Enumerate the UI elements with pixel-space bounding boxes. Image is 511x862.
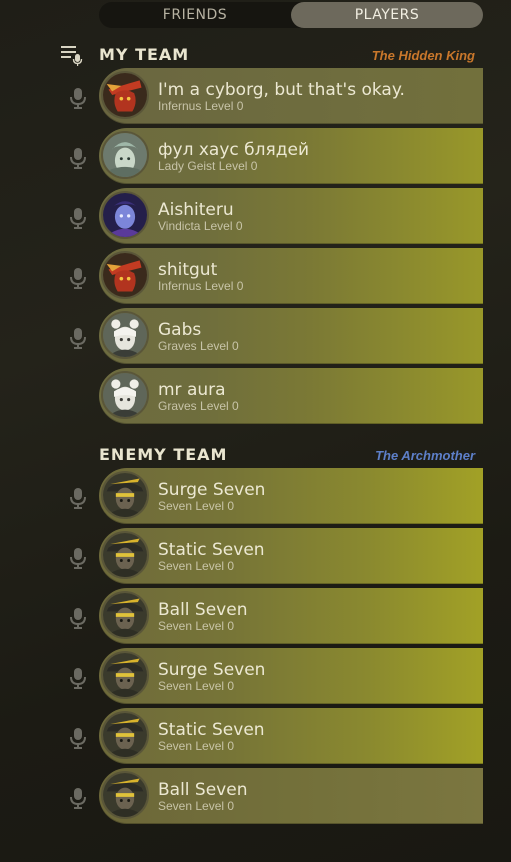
hero-name: Seven	[158, 619, 193, 633]
player-name: shitgut	[158, 260, 218, 280]
hero-name: Seven	[158, 799, 193, 813]
my-team-header: MY TEAM The Hidden King	[99, 45, 483, 69]
player-level: Level 0	[195, 739, 235, 753]
player-name: I'm a cyborg, but that's okay.	[158, 80, 405, 100]
player-name: Static Seven	[158, 720, 265, 740]
player-level: Level 0	[204, 99, 244, 113]
hero-avatar	[101, 771, 149, 819]
hero-avatar	[101, 131, 149, 179]
tab-bar: FRIENDS PLAYERS	[99, 2, 483, 28]
player-hero-level: Seven Level 0	[158, 739, 234, 753]
microphone-icon[interactable]	[68, 726, 88, 750]
player-hero-level: Lady Geist Level 0	[158, 159, 257, 173]
hero-avatar	[101, 591, 149, 639]
hero-name: Seven	[158, 739, 193, 753]
enemy-team-title: ENEMY TEAM	[99, 445, 228, 464]
hero-name: Seven	[158, 499, 193, 513]
hero-avatar	[101, 711, 149, 759]
player-name: Surge Seven	[158, 660, 266, 680]
player-hero-level: Seven Level 0	[158, 679, 234, 693]
player-hero-level: Vindicta Level 0	[158, 219, 243, 233]
hero-name: Vindicta	[158, 219, 201, 233]
my-team-side-label: The Hidden King	[371, 48, 475, 63]
player-card[interactable]: Ball Seven Seven Level 0	[99, 768, 483, 824]
hero-avatar	[101, 191, 149, 239]
hero-avatar	[101, 531, 149, 579]
player-level: Level 0	[195, 799, 235, 813]
player-card[interactable]: Static Seven Seven Level 0	[99, 528, 483, 584]
player-name: Aishiteru	[158, 200, 234, 220]
player-hero-level: Infernus Level 0	[158, 279, 243, 293]
player-card[interactable]: Gabs Graves Level 0	[99, 308, 483, 364]
microphone-icon[interactable]	[68, 546, 88, 570]
hero-name: Seven	[158, 679, 193, 693]
microphone-icon[interactable]	[68, 146, 88, 170]
hero-avatar	[101, 471, 149, 519]
microphone-icon[interactable]	[68, 326, 88, 350]
hero-name: Graves	[158, 339, 197, 353]
player-name: Gabs	[158, 320, 202, 340]
player-card[interactable]: Aishiteru Vindicta Level 0	[99, 188, 483, 244]
hero-avatar	[101, 251, 149, 299]
hero-name: Seven	[158, 559, 193, 573]
hero-avatar	[101, 311, 149, 359]
player-level: Level 0	[195, 499, 235, 513]
microphone-icon[interactable]	[68, 206, 88, 230]
enemy-team-side-label: The Archmother	[375, 448, 475, 463]
tab-friends[interactable]: FRIENDS	[99, 2, 291, 28]
player-card[interactable]: фул хаус блядей Lady Geist Level 0	[99, 128, 483, 184]
player-name: mr aura	[158, 380, 226, 400]
hero-name: Infernus	[158, 99, 202, 113]
microphone-icon[interactable]	[68, 266, 88, 290]
hero-name: Lady Geist	[158, 159, 216, 173]
player-hero-level: Seven Level 0	[158, 799, 234, 813]
player-level: Level 0	[204, 279, 244, 293]
player-level: Level 0	[218, 159, 258, 173]
player-card[interactable]: I'm a cyborg, but that's okay. Infernus L…	[99, 68, 483, 124]
player-hero-level: Graves Level 0	[158, 399, 239, 413]
microphone-icon[interactable]	[68, 86, 88, 110]
my-team-title: MY TEAM	[99, 45, 190, 64]
player-hero-level: Seven Level 0	[158, 559, 234, 573]
player-hero-level: Infernus Level 0	[158, 99, 243, 113]
microphone-icon[interactable]	[68, 786, 88, 810]
player-name: Ball Seven	[158, 780, 248, 800]
hero-avatar	[101, 651, 149, 699]
microphone-icon[interactable]	[68, 666, 88, 690]
player-hero-level: Seven Level 0	[158, 499, 234, 513]
hero-avatar	[101, 371, 149, 419]
hero-avatar	[101, 71, 149, 119]
player-card[interactable]: mr aura Graves Level 0	[99, 368, 483, 424]
player-card[interactable]: Surge Seven Seven Level 0	[99, 468, 483, 524]
microphone-icon[interactable]	[68, 606, 88, 630]
player-name: Static Seven	[158, 540, 265, 560]
player-level: Level 0	[200, 399, 239, 413]
player-level: Level 0	[195, 679, 235, 693]
player-card[interactable]: Surge Seven Seven Level 0	[99, 648, 483, 704]
player-level: Level 0	[195, 619, 235, 633]
hero-name: Graves	[158, 399, 197, 413]
player-level: Level 0	[195, 559, 235, 573]
hero-name: Infernus	[158, 279, 202, 293]
player-name: Surge Seven	[158, 480, 266, 500]
player-level: Level 0	[200, 339, 239, 353]
player-card[interactable]: shitgut Infernus Level 0	[99, 248, 483, 304]
microphone-icon[interactable]	[68, 486, 88, 510]
enemy-team-header: ENEMY TEAM The Archmother	[99, 445, 483, 469]
player-hero-level: Graves Level 0	[158, 339, 239, 353]
player-hero-level: Seven Level 0	[158, 619, 234, 633]
player-level: Level 0	[203, 219, 243, 233]
player-name: Ball Seven	[158, 600, 248, 620]
player-card[interactable]: Ball Seven Seven Level 0	[99, 588, 483, 644]
player-card[interactable]: Static Seven Seven Level 0	[99, 708, 483, 764]
playlist-mic-icon[interactable]	[59, 44, 85, 68]
player-name: фул хаус блядей	[158, 140, 309, 160]
tab-players[interactable]: PLAYERS	[291, 2, 483, 28]
